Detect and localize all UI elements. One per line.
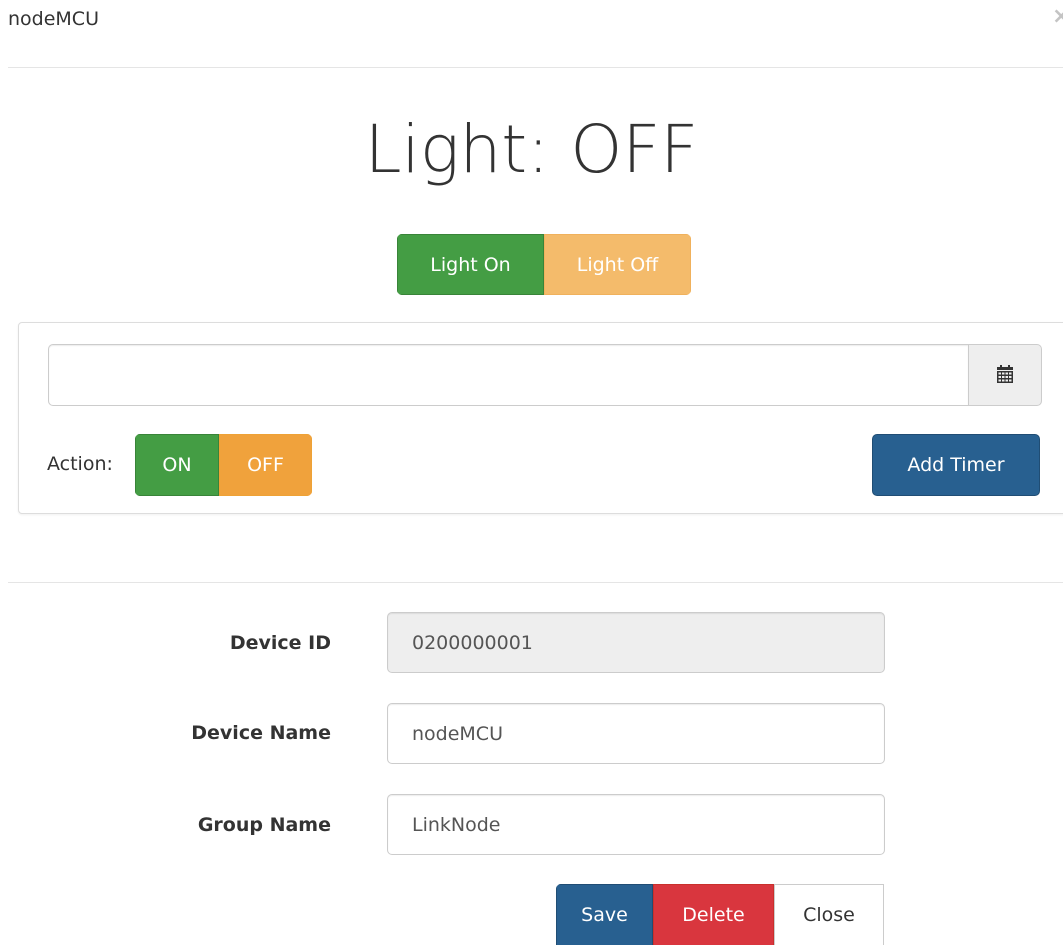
light-on-button[interactable]: Light On (397, 234, 544, 295)
calendar-icon (997, 365, 1013, 383)
action-toggle-group: ON OFF (135, 434, 312, 496)
close-icon[interactable]: × (1052, 4, 1063, 30)
device-name-field[interactable] (387, 703, 885, 764)
action-off-button[interactable]: OFF (219, 434, 312, 496)
device-name-label: Device Name (191, 722, 331, 744)
group-name-label: Group Name (197, 814, 331, 836)
delete-button[interactable]: Delete (653, 884, 774, 945)
device-id-field (387, 612, 885, 673)
datetime-picker (48, 344, 1042, 406)
calendar-button[interactable] (968, 344, 1042, 406)
device-modal: nodeMCU × Light: OFF Light On Light Off (0, 0, 1063, 945)
datetime-input[interactable] (48, 344, 968, 406)
group-name-field[interactable] (387, 794, 885, 855)
close-button[interactable]: Close (774, 884, 884, 945)
device-id-label: Device ID (229, 632, 331, 654)
light-off-button[interactable]: Light Off (544, 234, 691, 295)
light-toggle-group: Light On Light Off (397, 234, 691, 295)
section-divider (8, 582, 1063, 583)
save-button[interactable]: Save (556, 884, 653, 945)
action-on-button[interactable]: ON (135, 434, 219, 496)
modal-title: nodeMCU (8, 8, 99, 30)
header-divider (8, 67, 1063, 68)
footer-button-group: Save Delete Close (556, 884, 884, 945)
action-label: Action: (47, 453, 113, 475)
timer-panel: Action: ON OFF Add Timer (18, 322, 1063, 514)
add-timer-button[interactable]: Add Timer (872, 434, 1040, 496)
light-status-title: Light: OFF (364, 111, 699, 188)
